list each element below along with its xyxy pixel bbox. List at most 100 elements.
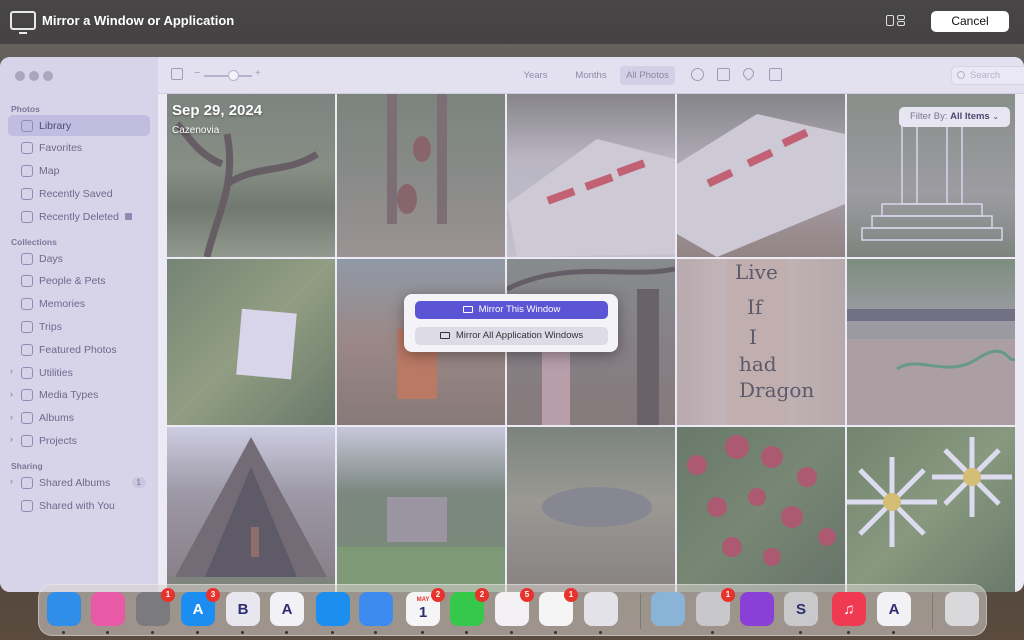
aspect-icon[interactable] <box>171 68 183 80</box>
sidebar-item-shared-albums[interactable]: › Shared Albums 1 <box>8 472 150 493</box>
running-indicator <box>62 631 65 634</box>
filter-dropdown[interactable]: Filter By: All Items ⌄ <box>899 107 1010 127</box>
photo-thumbnail[interactable] <box>847 427 1015 592</box>
app-store-icon[interactable]: A3 <box>181 588 220 626</box>
sidebar-item-utilities[interactable]: › Utilities <box>8 362 150 383</box>
chevron-right-icon[interactable]: › <box>10 389 13 399</box>
map-icon <box>21 165 33 178</box>
safari-icon[interactable] <box>316 592 350 626</box>
sidebar-item-days[interactable]: Days <box>8 248 150 269</box>
calendar-icon[interactable]: MAY 1 2 <box>406 588 445 626</box>
dock-icon-glyph: A <box>281 600 293 618</box>
sidebar-item-people-pets[interactable]: People & Pets <box>8 271 150 292</box>
zoom-window-icon[interactable] <box>43 71 53 81</box>
zoom-slider-knob[interactable] <box>227 70 239 81</box>
sidebar-heading: Collections <box>11 237 57 247</box>
preview-icon[interactable] <box>651 592 685 626</box>
photos-icon[interactable]: 1 <box>539 588 578 626</box>
sidebar-item-label: Media Types <box>39 389 99 402</box>
sidebar-item-recently-saved[interactable]: Recently Saved <box>8 183 150 204</box>
sidebar-item-featured-photos[interactable]: Featured Photos <box>8 339 150 360</box>
tab-months[interactable]: Months <box>567 66 615 85</box>
finder-icon[interactable] <box>47 592 81 626</box>
running-indicator <box>421 631 424 634</box>
mirror-all-windows-button[interactable]: Mirror All Application Windows <box>415 327 608 345</box>
sidebar-item-media-types[interactable]: › Media Types <box>8 385 150 406</box>
photo-thumbnail[interactable] <box>337 94 505 257</box>
photo-thumbnail[interactable] <box>507 94 675 257</box>
heart-icon <box>21 142 33 155</box>
running-indicator <box>374 631 377 634</box>
layout-toggle-icon[interactable] <box>886 14 906 28</box>
browser-icon[interactable] <box>91 592 125 626</box>
sidebar-item-shared-with-you[interactable]: Shared with You <box>8 495 150 516</box>
photo-thumbnail[interactable] <box>337 427 505 592</box>
chevron-right-icon[interactable]: › <box>10 366 13 376</box>
tab-years[interactable]: Years <box>513 66 558 85</box>
bbedit-icon[interactable]: B <box>226 592 260 626</box>
memories-icon <box>21 298 33 311</box>
running-indicator <box>510 631 513 634</box>
sidebar-item-label: Projects <box>39 434 77 447</box>
filter-value: All Items <box>950 111 990 122</box>
music-icon[interactable]: ♫ <box>832 592 866 626</box>
app-a-icon[interactable]: A <box>270 592 304 626</box>
photo-thumbnail[interactable] <box>677 94 845 257</box>
featured-photos-icon <box>21 343 33 356</box>
mirror-popup: Mirror This Window Mirror All Applicatio… <box>404 294 618 352</box>
app-a2-icon[interactable]: A <box>877 592 911 626</box>
iphone-mirroring-icon[interactable] <box>584 592 618 626</box>
share-icon[interactable] <box>717 68 730 81</box>
sidebar-item-albums[interactable]: › Albums <box>8 408 150 429</box>
mirror-this-window-button[interactable]: Mirror This Window <box>415 301 608 319</box>
person-icon <box>21 275 33 288</box>
zoom-in[interactable]: + <box>255 68 261 79</box>
tab-all-photos[interactable]: All Photos <box>620 66 675 85</box>
favorite-heart-icon[interactable] <box>740 65 757 82</box>
sidebar-item-projects[interactable]: › Projects <box>8 430 150 451</box>
sidebar-item-recently-deleted[interactable]: Recently Deleted <box>8 206 150 227</box>
search-field[interactable]: Search <box>951 66 1024 85</box>
sidebar-item-trips[interactable]: Trips <box>8 316 150 337</box>
running-indicator <box>106 631 109 634</box>
chevron-right-icon[interactable]: › <box>10 476 13 486</box>
photo-thumbnail[interactable]: Live If Ihad Dragon <box>677 259 845 425</box>
minimize-window-icon[interactable] <box>29 71 39 81</box>
slack-icon[interactable]: 5 <box>495 588 534 626</box>
search-placeholder: Search <box>970 70 1001 81</box>
photo-thumbnail[interactable] <box>167 259 335 425</box>
media-types-icon <box>21 389 33 402</box>
sidebar-item-map[interactable]: Map <box>8 161 150 182</box>
sidebar-item-label: Days <box>39 252 63 265</box>
photo-thumbnail[interactable] <box>847 259 1015 425</box>
info-icon[interactable] <box>691 68 704 81</box>
scrobbles-icon[interactable]: S <box>784 592 818 626</box>
lock-icon <box>124 213 132 221</box>
sidebar-item-favorites[interactable]: Favorites <box>8 138 150 159</box>
zoom-out[interactable]: − <box>194 67 200 79</box>
chevron-right-icon[interactable]: › <box>10 434 13 444</box>
sidebar: Photos Library Favorites Map Recently Saved R… <box>0 57 158 592</box>
affinity-icon[interactable] <box>740 592 774 626</box>
photo-thumbnail[interactable] <box>167 427 335 592</box>
rotate-icon[interactable] <box>769 68 782 81</box>
sidebar-item-label: Shared with You <box>39 499 115 512</box>
calendar-month: MAY <box>416 597 430 603</box>
messages-icon[interactable]: 2 <box>450 588 489 626</box>
sidebar-item-memories[interactable]: Memories <box>8 294 150 315</box>
system-settings-icon[interactable]: 1 <box>136 588 175 626</box>
sidebar-item-library[interactable]: Library <box>8 115 150 136</box>
trash-icon[interactable] <box>945 592 979 626</box>
mail-icon[interactable] <box>359 592 393 626</box>
dock-icon-glyph: B <box>237 600 249 618</box>
photo-thumbnail[interactable] <box>507 427 675 592</box>
running-indicator <box>196 631 199 634</box>
cancel-button[interactable]: Cancel <box>931 11 1009 32</box>
photo-thumbnail[interactable] <box>677 427 845 592</box>
close-window-icon[interactable] <box>15 71 25 81</box>
automator-icon[interactable]: 1 <box>696 588 735 626</box>
notification-badge: 5 <box>520 588 534 602</box>
dock-icon-glyph: A <box>888 600 900 618</box>
mirror-bar: Mirror a Window or Application Cancel <box>0 0 1024 44</box>
chevron-right-icon[interactable]: › <box>10 412 13 422</box>
